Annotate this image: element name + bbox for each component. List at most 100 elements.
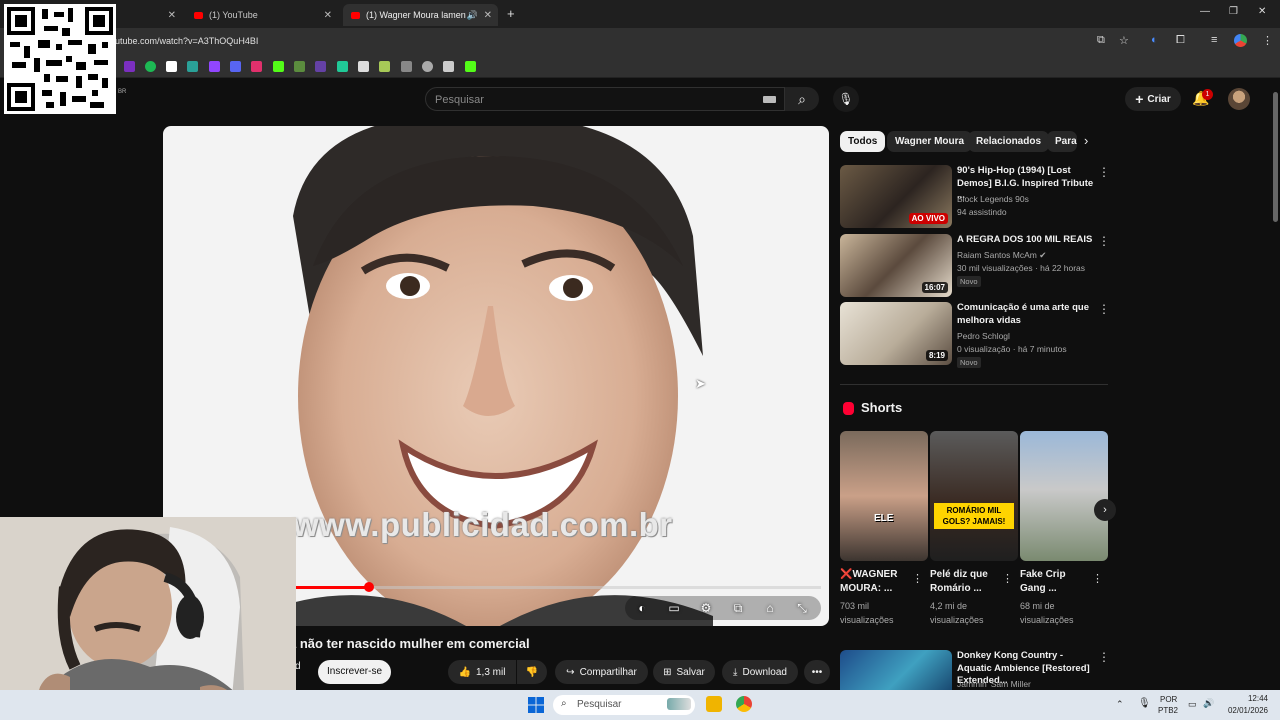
video-thumbnail[interactable]: 16:07	[840, 234, 952, 297]
bookmark-icon[interactable]	[465, 61, 476, 72]
short-thumbnail[interactable]	[1020, 431, 1108, 561]
recommendation-title[interactable]: A REGRA DOS 100 MIL REAIS	[957, 234, 1097, 247]
chip-wagner-moura[interactable]: Wagner Moura	[887, 131, 973, 152]
cast-icon[interactable]: ⌂	[760, 599, 780, 617]
more-vertical-icon[interactable]: ⋮	[1098, 650, 1110, 664]
short-title[interactable]: ❌WAGNER MOURA: ...	[840, 568, 910, 596]
windows-start-icon[interactable]	[528, 697, 544, 713]
restore-icon[interactable]: ❐	[1229, 6, 1238, 17]
bookmark-icon[interactable]	[251, 61, 262, 72]
download-button[interactable]: ⤓ Download	[722, 660, 798, 684]
bookmark-icon[interactable]	[358, 61, 369, 72]
recommendation-item[interactable]: 16:07 A REGRA DOS 100 MIL REAIS Raiam Sa…	[840, 234, 1110, 298]
avatar[interactable]	[1228, 88, 1250, 110]
volume-icon[interactable]: 🔊	[1203, 698, 1214, 709]
voice-search-button[interactable]: 🎙	[833, 86, 859, 112]
recommendation-title[interactable]: Comunicação é uma arte que melhora vidas	[957, 302, 1097, 327]
browser-tab-1[interactable]: ✕	[120, 4, 182, 26]
share-button[interactable]: ↪ Compartilhar	[555, 660, 648, 684]
clock-time[interactable]: 12:44	[1228, 694, 1268, 703]
media-control-icon[interactable]: ≡	[1211, 34, 1217, 46]
settings-gear-icon[interactable]: ⚙	[696, 599, 716, 617]
more-vertical-icon[interactable]: ⋮	[1098, 165, 1110, 179]
search-input[interactable]: Pesquisar	[435, 94, 484, 106]
chevron-right-icon[interactable]: ›	[1094, 499, 1116, 521]
subtitles-icon[interactable]: ▭	[664, 599, 684, 617]
video-thumbnail[interactable]: 8:19	[840, 302, 952, 365]
keyboard-layout[interactable]: PTB2	[1158, 706, 1178, 715]
bookmark-icon[interactable]	[187, 61, 198, 72]
chevron-up-icon[interactable]: ⌃	[1116, 699, 1124, 710]
language-indicator[interactable]: POR	[1160, 695, 1177, 704]
progress-bar[interactable]	[295, 582, 821, 592]
short-thumbnail[interactable]: ROMÁRIO MIL GOLS? JAMAIS!	[930, 431, 1018, 561]
close-tab-icon[interactable]: ✕	[324, 10, 332, 21]
bookmark-icon[interactable]	[443, 61, 454, 72]
more-vertical-icon[interactable]: ⋮	[1098, 302, 1110, 316]
video-thumbnail[interactable]	[840, 650, 952, 690]
dislike-button[interactable]: 👎	[517, 660, 547, 684]
bookmark-icon[interactable]	[337, 61, 348, 72]
video-thumbnail[interactable]: AO VIVO	[840, 165, 952, 228]
bookmark-icon[interactable]	[315, 61, 326, 72]
bookmark-icon[interactable]	[145, 61, 156, 72]
keyboard-icon[interactable]	[763, 96, 776, 103]
short-thumbnail[interactable]: ELE	[840, 431, 928, 561]
recommendation-channel[interactable]: Raiam Santos McAm ✔	[957, 250, 1046, 261]
recommendation-channel[interactable]: Jammin' Sam Miller	[957, 679, 1031, 689]
close-tab-icon[interactable]: ✕	[484, 10, 492, 21]
bookmark-icon[interactable]	[273, 61, 284, 72]
minimize-icon[interactable]: —	[1200, 6, 1210, 17]
search-highlight-icon[interactable]	[667, 698, 691, 710]
browser-tab-youtube[interactable]: (1) YouTube ✕	[186, 4, 338, 26]
more-vertical-icon[interactable]: ⋮	[1098, 234, 1110, 248]
bookmark-icon[interactable]	[401, 61, 412, 72]
speaker-icon[interactable]: 🔊	[467, 10, 478, 21]
save-button[interactable]: ⊞ Salvar	[653, 660, 715, 684]
recommendation-item[interactable]: Donkey Kong Country - Aquatic Ambience […	[840, 650, 1110, 690]
browser-tab-active[interactable]: (1) Wagner Moura lamenta 🔊 ✕	[343, 4, 498, 26]
chip-para[interactable]: Para	[1047, 131, 1077, 152]
channel-name[interactable]: Raiam Santos McAm	[957, 250, 1037, 260]
chevron-right-icon[interactable]: ›	[1084, 133, 1088, 148]
chip-relacionados[interactable]: Relacionados	[968, 131, 1050, 152]
like-button[interactable]: 👍 1,3 mil	[448, 660, 516, 684]
more-vertical-icon[interactable]: ⋮	[912, 572, 923, 585]
create-button[interactable]: + Criar	[1125, 87, 1181, 111]
fullscreen-exit-icon[interactable]: ⤡	[792, 599, 812, 617]
profile-icon[interactable]	[1234, 34, 1247, 47]
close-window-icon[interactable]: ✕	[1258, 6, 1266, 17]
bookmark-icon[interactable]	[166, 61, 177, 72]
recommendation-item[interactable]: 8:19 Comunicação é uma arte que melhora …	[840, 302, 1110, 368]
close-tab-icon[interactable]: ✕	[168, 10, 176, 21]
network-icon[interactable]: ▭	[1188, 699, 1197, 710]
recommendation-channel[interactable]: Pedro Schlogl	[957, 331, 1010, 341]
bookmark-icon[interactable]	[422, 61, 433, 72]
url-field[interactable]: utube.com/watch?v=A3ThOQuH4BI	[115, 36, 258, 46]
extension-icon[interactable]: ◐	[1151, 34, 1158, 46]
bookmark-icon[interactable]	[209, 61, 220, 72]
chrome-icon[interactable]	[736, 696, 752, 712]
more-actions-button[interactable]: •••	[804, 660, 830, 684]
more-vertical-icon[interactable]: ⋮	[1002, 572, 1013, 585]
progress-scrubber[interactable]	[363, 582, 374, 592]
bookmark-icon[interactable]	[294, 61, 305, 72]
chip-todos[interactable]: Todos	[840, 131, 886, 152]
clock-date[interactable]: 02/01/2026	[1223, 706, 1268, 715]
more-vertical-icon[interactable]: ⋮	[1092, 572, 1103, 585]
bookmark-icon[interactable]	[379, 61, 390, 72]
miniplayer-icon[interactable]: ⧉	[728, 599, 748, 617]
autoplay-toggle-icon[interactable]: ◐	[632, 599, 652, 617]
recommendation-channel[interactable]: Block Legends 90s	[957, 194, 1029, 204]
bookmark-star-icon[interactable]: ☆	[1119, 34, 1129, 47]
install-app-icon[interactable]: ⧉	[1097, 34, 1105, 47]
scrollbar-thumb[interactable]	[1273, 92, 1278, 222]
microphone-icon[interactable]: 🎙	[1138, 698, 1151, 709]
short-title[interactable]: Pelé diz que Romário ...	[930, 568, 1000, 596]
bookmark-icon[interactable]	[230, 61, 241, 72]
new-tab-button[interactable]: +	[507, 6, 515, 21]
short-title[interactable]: Fake Crip Gang ...	[1020, 568, 1090, 596]
recommendation-item[interactable]: AO VIVO 90's Hip-Hop (1994) [Lost Demos]…	[840, 165, 1110, 229]
extensions-puzzle-icon[interactable]: ⧠	[1176, 34, 1185, 47]
search-button[interactable]: ⌕	[785, 87, 819, 111]
